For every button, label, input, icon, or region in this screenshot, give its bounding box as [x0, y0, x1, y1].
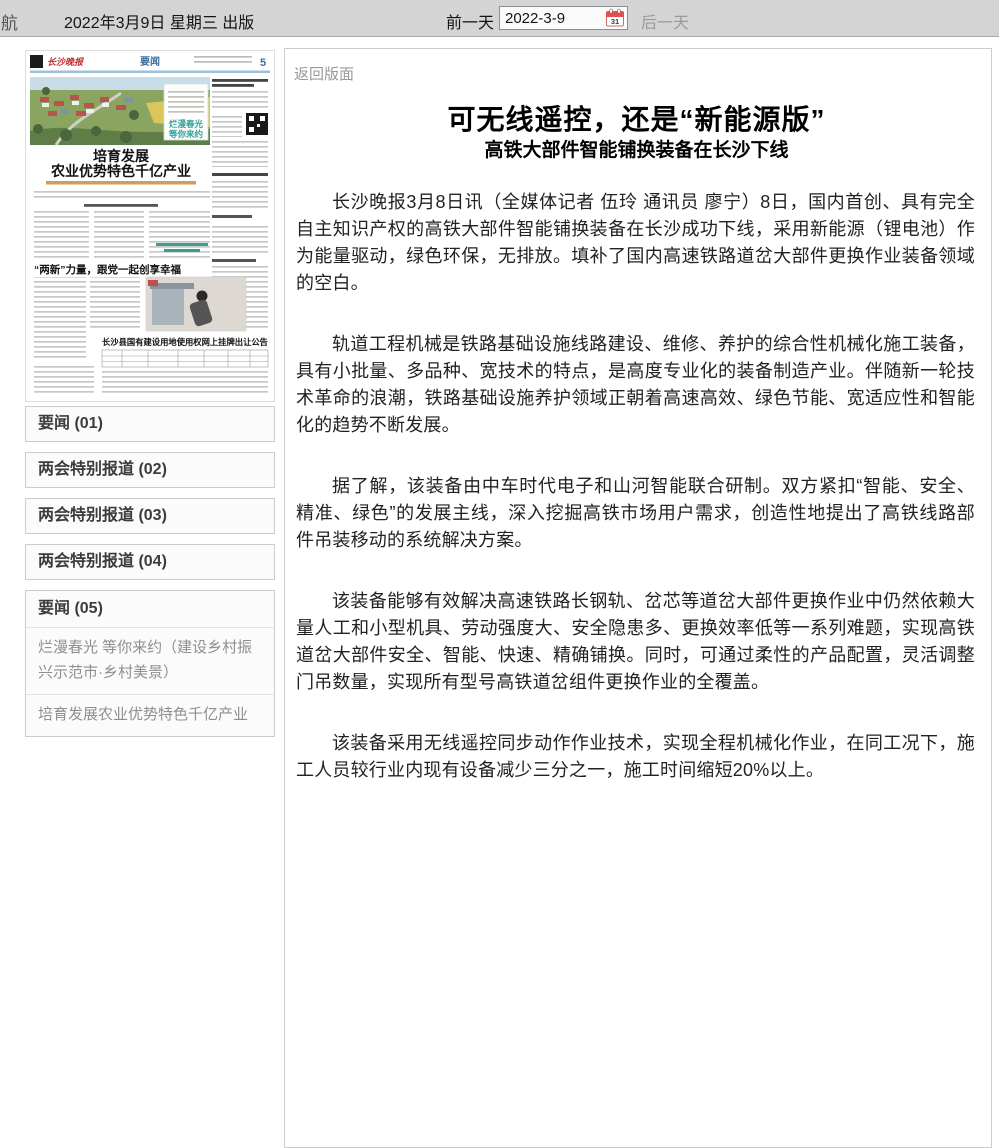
sidebar-article-link[interactable]: 烂漫春光 等你来约（建设乡村振兴示范市·乡村美景）: [26, 627, 274, 694]
sidebar-article-link[interactable]: 培育发展农业优势特色千亿产业: [26, 694, 274, 736]
nav-label-partial: 航: [1, 9, 18, 34]
thumb-page-title: 要闻: [140, 55, 160, 68]
thumb-teal-line1: 烂漫春光: [169, 119, 204, 129]
article-paragraph: 轨道工程机械是铁路基础设施线路建设、维修、养护的综合性机械化施工装备，具有小批量…: [296, 331, 975, 439]
prev-day-link[interactable]: 前一天: [446, 9, 494, 33]
current-section-articles: 烂漫春光 等你来约（建设乡村振兴示范市·乡村美景）培育发展农业优势特色千亿产业: [26, 627, 274, 736]
calendar-icon[interactable]: 31: [605, 8, 625, 28]
current-section-box: 要闻 (05) 烂漫春光 等你来约（建设乡村振兴示范市·乡村美景）培育发展农业优…: [25, 590, 275, 737]
thumb-page-number: 5: [260, 57, 266, 69]
sidebar-section[interactable]: 两会特别报道 (03): [25, 498, 275, 534]
calendar-day-number: 31: [611, 17, 619, 26]
publish-date-label: 2022年3月9日 星期三 出版: [64, 9, 254, 33]
sidebar: 长沙晚报 要闻 5: [25, 50, 275, 737]
sidebar-section[interactable]: 两会特别报道 (04): [25, 544, 275, 580]
date-field-wrap: 31: [499, 6, 628, 30]
sidebar-section[interactable]: 要闻 (01): [25, 406, 275, 442]
thumb-qr-code: [246, 113, 268, 135]
svg-text:培育发展: 培育发展: [93, 148, 149, 164]
thumb-sub-headline: “两新”力量，跟党一起创享幸福: [34, 263, 181, 276]
date-input[interactable]: [500, 10, 605, 27]
thumb-aerial-photo: 烂漫春光 等你来约: [30, 77, 210, 145]
thumb-worker-photo: [146, 277, 246, 331]
article-panel: 返回版面 可无线遥控，还是“新能源版” 高铁大部件智能铺换装备在长沙下线 长沙晚…: [284, 48, 992, 1148]
article-body: 长沙晚报3月8日讯（全媒体记者 伍玲 通讯员 廖宁）8日，国内首创、具有完全自主…: [294, 189, 979, 784]
article-paragraph: 该装备能够有效解决高速铁路长钢轨、岔芯等道岔大部件更换作业中仍然依赖大量人工和小…: [296, 588, 975, 696]
article-title: 可无线遥控，还是“新能源版”: [294, 104, 979, 136]
article-paragraph: 该装备采用无线遥控同步动作作业技术，实现全程机械化作业，在同工况下，施工人员较行…: [296, 730, 975, 784]
top-toolbar: 航 2022年3月9日 星期三 出版 前一天 31 后一天: [0, 0, 999, 37]
newspaper-thumbnail[interactable]: 长沙晚报 要闻 5: [25, 50, 275, 402]
sidebar-section-current[interactable]: 要闻 (05): [26, 591, 274, 627]
next-day-link[interactable]: 后一天: [641, 9, 689, 33]
article-paragraph: 长沙晚报3月8日讯（全媒体记者 伍玲 通讯员 廖宁）8日，国内首创、具有完全自主…: [296, 189, 975, 297]
thumb-teal-line2: 等你来约: [168, 129, 204, 139]
thumb-notice-headline: 长沙县国有建设用地使用权网上挂牌出让公告: [102, 337, 268, 347]
section-list: 要闻 (01) 两会特别报道 (02) 两会特别报道 (03) 两会特别报道 (04): [25, 406, 275, 580]
svg-text:农业优势特色千亿产业: 农业优势特色千亿产业: [50, 163, 191, 179]
article-subtitle: 高铁大部件智能铺换装备在长沙下线: [294, 140, 979, 162]
article-paragraph: 据了解，该装备由中车时代电子和山河智能联合研制。双方紧扣“智能、安全、精准、绿色…: [296, 473, 975, 554]
sidebar-section[interactable]: 两会特别报道 (02): [25, 452, 275, 488]
back-to-page-link[interactable]: 返回版面: [294, 63, 354, 84]
newspaper-page-preview: 长沙晚报 要闻 5: [26, 51, 274, 401]
thumb-masthead: 长沙晚报: [47, 57, 85, 67]
